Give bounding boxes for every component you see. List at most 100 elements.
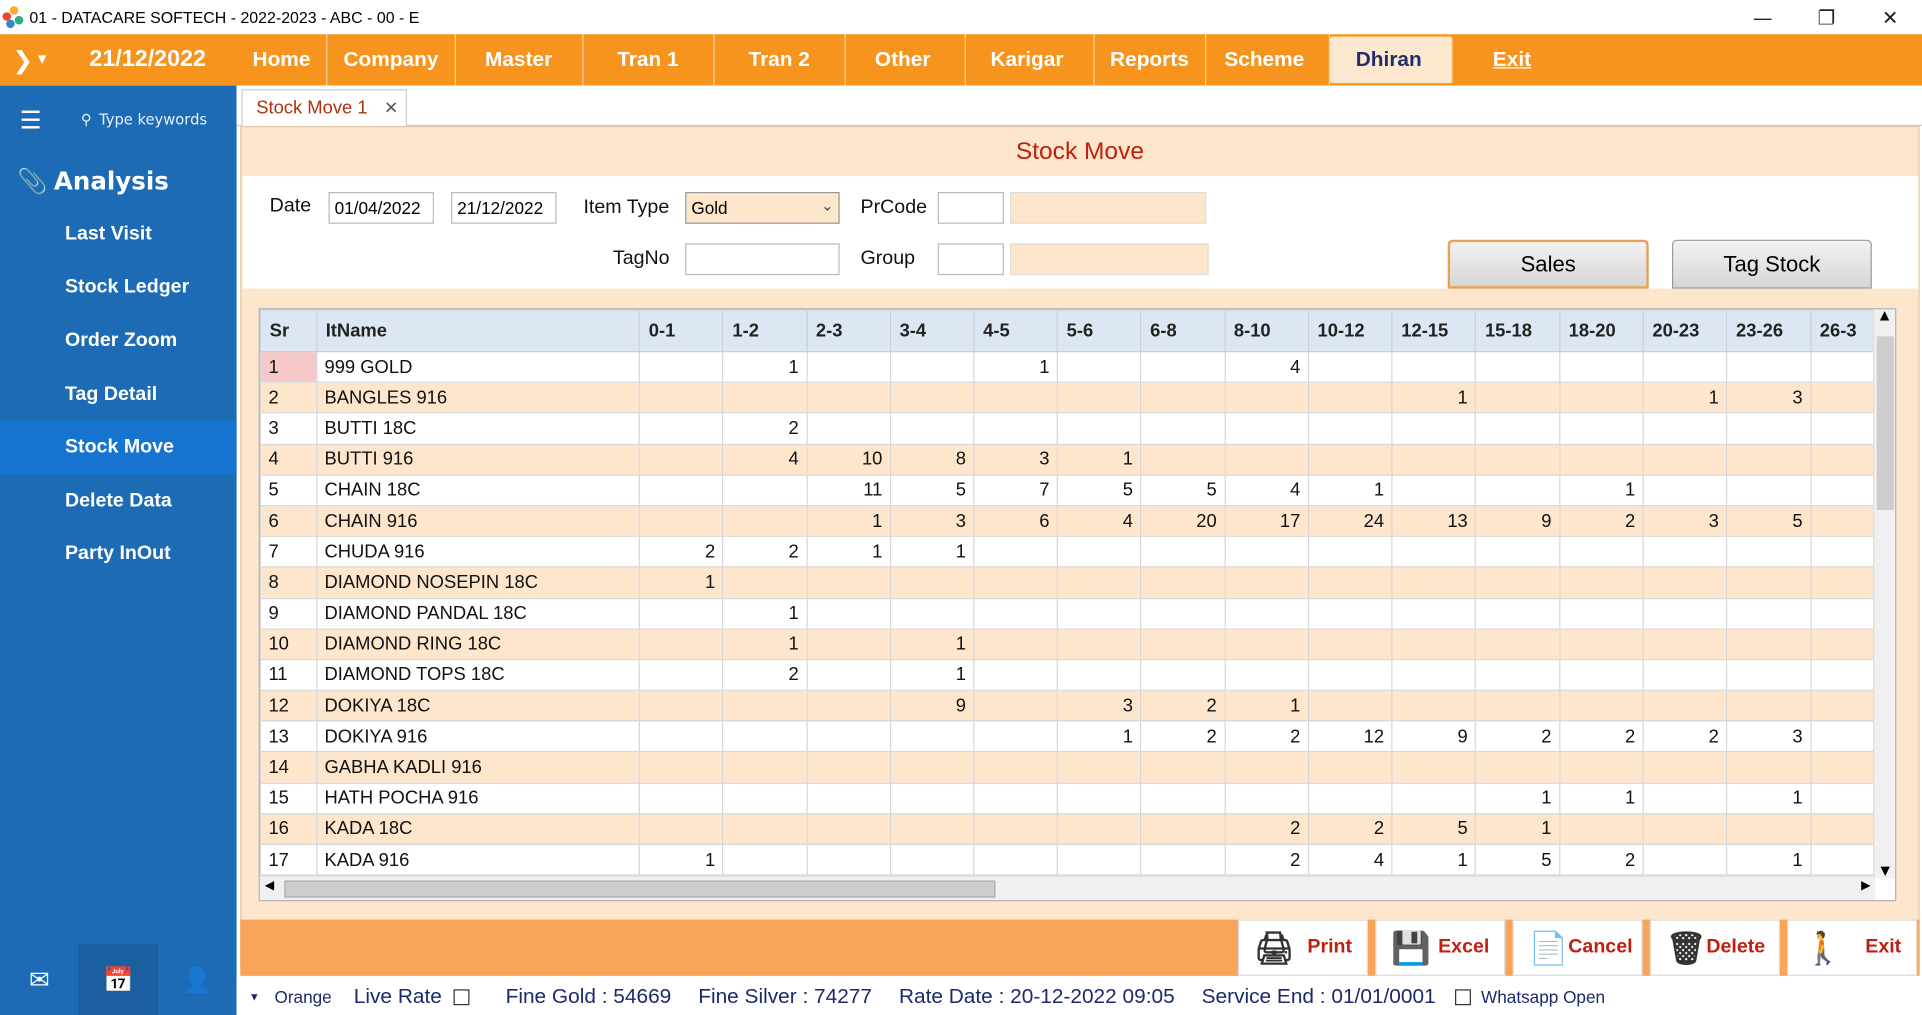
count-cell[interactable] <box>1056 597 1142 630</box>
count-cell[interactable] <box>806 566 891 599</box>
item-name-cell[interactable]: CHUDA 916 <box>315 535 641 568</box>
tagno-input[interactable] <box>685 243 840 276</box>
row-number[interactable]: 2 <box>259 381 318 414</box>
count-cell[interactable] <box>1224 535 1309 568</box>
count-cell[interactable] <box>639 381 724 414</box>
count-cell[interactable]: 4 <box>722 443 808 476</box>
count-cell[interactable]: 1 <box>1558 782 1644 815</box>
count-cell[interactable]: 1 <box>1224 689 1309 722</box>
date-from-field[interactable]: 01/04/2022 <box>328 191 434 224</box>
count-cell[interactable] <box>1642 628 1728 661</box>
count-cell[interactable] <box>1307 350 1393 384</box>
count-cell[interactable] <box>1642 751 1728 784</box>
count-cell[interactable]: 1 <box>1558 474 1644 507</box>
count-cell[interactable] <box>1642 350 1728 384</box>
count-cell[interactable]: 2 <box>1642 720 1728 753</box>
count-cell[interactable]: 5 <box>1391 812 1477 846</box>
count-cell[interactable]: 2 <box>1224 843 1309 876</box>
count-cell[interactable] <box>806 628 891 661</box>
count-cell[interactable] <box>1140 812 1226 846</box>
count-cell[interactable]: 9 <box>1475 504 1561 538</box>
count-cell[interactable]: 2 <box>722 658 808 692</box>
table-row[interactable]: 10 DIAMOND RING 18C 1 1 <box>259 628 1896 661</box>
count-cell[interactable] <box>1391 658 1477 692</box>
count-cell[interactable] <box>1475 350 1561 384</box>
theme-dropdown-icon[interactable]: ▼ <box>249 991 260 1003</box>
scroll-down-icon[interactable]: ▼ <box>1874 865 1895 878</box>
count-cell[interactable] <box>1056 381 1142 414</box>
count-cell[interactable]: 5 <box>1726 504 1812 538</box>
count-cell[interactable] <box>1140 350 1226 384</box>
count-cell[interactable] <box>1391 751 1477 784</box>
column-header[interactable]: 6-8 <box>1140 309 1226 353</box>
count-cell[interactable] <box>1726 474 1812 507</box>
count-cell[interactable] <box>1140 751 1226 784</box>
item-name-cell[interactable]: DOKIYA 916 <box>315 720 641 753</box>
count-cell[interactable] <box>889 843 975 876</box>
count-cell[interactable]: 5 <box>1056 474 1142 507</box>
count-cell[interactable]: 1 <box>1726 782 1812 815</box>
menu-reports[interactable]: Reports <box>1094 34 1206 86</box>
restore-icon[interactable]: ❐ <box>1795 0 1859 34</box>
menu-tran2[interactable]: Tran 2 <box>714 34 846 86</box>
count-cell[interactable] <box>1056 751 1142 784</box>
count-cell[interactable]: 1 <box>722 597 808 630</box>
row-number[interactable]: 17 <box>259 843 318 876</box>
count-cell[interactable] <box>639 658 724 692</box>
close-tab-icon[interactable]: ✕ <box>384 98 398 119</box>
count-cell[interactable] <box>1224 782 1309 815</box>
item-name-cell[interactable]: 999 GOLD <box>315 350 641 384</box>
count-cell[interactable] <box>1140 566 1226 599</box>
count-cell[interactable]: 20 <box>1140 504 1226 538</box>
count-cell[interactable] <box>1475 689 1561 722</box>
item-name-cell[interactable]: KADA 916 <box>315 843 641 876</box>
count-cell[interactable]: 2 <box>1140 720 1226 753</box>
count-cell[interactable] <box>1475 381 1561 414</box>
column-header[interactable]: 2-3 <box>806 309 891 353</box>
column-header[interactable]: 18-20 <box>1558 309 1644 353</box>
count-cell[interactable] <box>1307 412 1393 445</box>
count-cell[interactable] <box>1391 412 1477 445</box>
sidebar-item-stock-move[interactable]: Stock Move <box>0 421 237 475</box>
count-cell[interactable] <box>1224 628 1309 661</box>
close-icon[interactable]: ✕ <box>1858 0 1922 34</box>
group-input[interactable] <box>937 243 1004 276</box>
count-cell[interactable]: 1 <box>1475 782 1561 815</box>
count-cell[interactable] <box>1140 597 1226 630</box>
count-cell[interactable] <box>1056 843 1142 876</box>
item-name-cell[interactable]: BUTTI 18C <box>315 412 641 445</box>
count-cell[interactable] <box>639 751 724 784</box>
count-cell[interactable] <box>973 812 1059 846</box>
count-cell[interactable] <box>1056 412 1142 445</box>
count-cell[interactable] <box>1391 474 1477 507</box>
count-cell[interactable]: 3 <box>1056 689 1142 722</box>
count-cell[interactable] <box>1391 628 1477 661</box>
count-cell[interactable] <box>806 812 891 846</box>
count-cell[interactable]: 2 <box>1224 812 1309 846</box>
count-cell[interactable]: 3 <box>1642 504 1728 538</box>
count-cell[interactable]: 5 <box>1475 843 1561 876</box>
count-cell[interactable] <box>722 782 808 815</box>
count-cell[interactable]: 1 <box>1391 843 1477 876</box>
column-header[interactable]: Sr <box>259 309 318 353</box>
menu-home[interactable]: Home <box>237 34 328 86</box>
count-cell[interactable] <box>1391 566 1477 599</box>
count-cell[interactable] <box>639 628 724 661</box>
count-cell[interactable]: 2 <box>722 412 808 445</box>
count-cell[interactable]: 13 <box>1391 504 1477 538</box>
count-cell[interactable] <box>1558 412 1644 445</box>
count-cell[interactable] <box>639 720 724 753</box>
row-number[interactable]: 1 <box>259 350 318 384</box>
tab-stock-move-1[interactable]: Stock Move 1 ✕ <box>241 89 407 126</box>
menu-other[interactable]: Other <box>845 34 966 86</box>
count-cell[interactable] <box>1642 535 1728 568</box>
count-cell[interactable] <box>1726 597 1812 630</box>
count-cell[interactable]: 2 <box>1140 689 1226 722</box>
count-cell[interactable] <box>1391 350 1477 384</box>
count-cell[interactable]: 4 <box>1224 350 1309 384</box>
count-cell[interactable] <box>1726 689 1812 722</box>
count-cell[interactable] <box>1391 689 1477 722</box>
count-cell[interactable] <box>1307 689 1393 722</box>
count-cell[interactable] <box>639 689 724 722</box>
menu-company[interactable]: Company <box>328 34 456 86</box>
